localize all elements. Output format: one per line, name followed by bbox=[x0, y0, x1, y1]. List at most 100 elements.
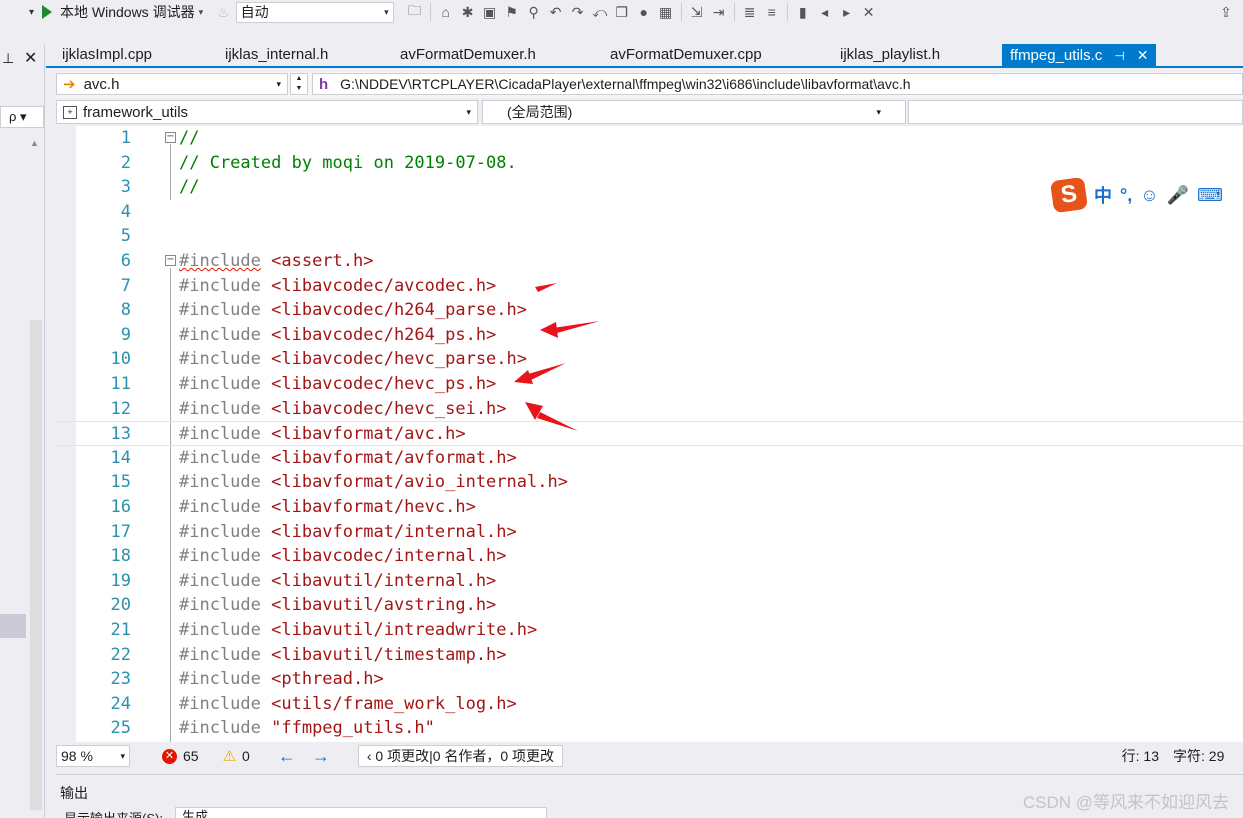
code-editor[interactable]: 1−//2// Created by moqi on 2019-07-08. 3 /… bbox=[56, 126, 1243, 742]
close-tab-icon[interactable]: ✕ bbox=[1137, 47, 1149, 63]
share-icon[interactable]: ⇪ bbox=[1215, 2, 1237, 22]
collapse-icon[interactable]: − bbox=[165, 255, 176, 266]
codelens-changes[interactable]: ‹ 0 项更改|0 名作者，0 项更改 bbox=[357, 745, 564, 767]
code-line[interactable]: 20 #include <libavutil/avstring.h> bbox=[56, 593, 1243, 618]
next-issue-icon[interactable]: → bbox=[312, 746, 330, 767]
grid-icon[interactable]: ▦ bbox=[655, 2, 677, 22]
navigation-bar: ➔ avc.h ▾ ▲ ▼ h G:\NDDEV\RTCPLAYER\Cicada… bbox=[56, 72, 1243, 98]
step-into-icon[interactable]: ⇲ bbox=[686, 2, 708, 22]
close-icon[interactable]: ✕ bbox=[24, 48, 37, 68]
folder-icon[interactable]: ▣ bbox=[479, 2, 501, 22]
code-line[interactable]: 2 // Created by moqi on 2019-07-08. bbox=[56, 151, 1243, 176]
chevron-down-icon[interactable]: ▾ bbox=[199, 7, 204, 18]
home-icon[interactable]: ⌂ bbox=[435, 2, 457, 22]
bug-icon[interactable]: ✱ bbox=[457, 2, 479, 22]
code-line[interactable]: 1 −// bbox=[56, 126, 1243, 151]
code-line[interactable]: 7 #include <libavcodec/avcodec.h> bbox=[56, 274, 1243, 299]
code-line[interactable]: 11 #include <libavcodec/hevc_ps.h> bbox=[56, 372, 1243, 397]
code-line[interactable]: 21 #include <libavutil/intreadwrite.h> bbox=[56, 618, 1243, 643]
code-line[interactable]: 10 #include <libavcodec/hevc_parse.h> bbox=[56, 347, 1243, 372]
scrollbar[interactable] bbox=[30, 320, 42, 810]
config-dropdown[interactable]: 自动 ▾ bbox=[235, 1, 394, 23]
project-dropdown[interactable]: + framework_utils ▾ bbox=[56, 100, 478, 124]
collapse-icon[interactable]: − bbox=[165, 132, 176, 143]
code-line[interactable]: 6 − #include <assert.h> bbox=[56, 249, 1243, 274]
tab-ffmpeg-utils[interactable]: ffmpeg_utils.c ⊣ ✕ bbox=[1002, 44, 1157, 66]
code-line[interactable]: 13 #include <libavformat/avc.h> bbox=[56, 421, 1243, 446]
toolbar-separator bbox=[680, 3, 682, 21]
code-line[interactable]: 8 #include <libavcodec/h264_parse.h> bbox=[56, 298, 1243, 323]
start-debugger-button[interactable]: 本地 Windows 调试器 ▾ bbox=[38, 1, 207, 23]
code-line[interactable]: 18 #include <libavcodec/internal.h> bbox=[56, 544, 1243, 569]
output-source-dropdown[interactable]: 生成 bbox=[174, 807, 547, 818]
tab-ijklasimpl[interactable]: ijklasImpl.cpp bbox=[62, 44, 152, 66]
code-line[interactable]: 14 #include <libavformat/avformat.h> bbox=[56, 446, 1243, 471]
code-line[interactable]: 25 #include "ffmpeg_utils.h" bbox=[56, 716, 1243, 741]
search-input[interactable]: ρ ▾ bbox=[0, 106, 44, 128]
microphone-icon[interactable]: 🎤 bbox=[1167, 185, 1189, 206]
warning-icon[interactable]: ⚠ bbox=[223, 747, 236, 765]
pin-icon[interactable]: ⊥ bbox=[2, 50, 14, 67]
navigate-forward-icon[interactable]: ↷ bbox=[567, 2, 589, 22]
line-number: 19 bbox=[110, 570, 131, 591]
bookmark-icon[interactable]: ▮ bbox=[792, 2, 814, 22]
keyboard-icon[interactable]: ⌨ bbox=[1197, 185, 1223, 206]
code-line[interactable]: 17 #include <libavformat/internal.h> bbox=[56, 520, 1243, 545]
navigate-back-icon[interactable]: ↶ bbox=[545, 2, 567, 22]
file-spinner[interactable]: ▲ ▼ bbox=[290, 73, 308, 95]
code-text: #include <pthread.h> bbox=[179, 669, 384, 690]
line-number: 3 bbox=[120, 177, 131, 198]
emoji-icon[interactable]: ☺ bbox=[1140, 185, 1158, 206]
line-number: 14 bbox=[110, 447, 131, 468]
zoom-dropdown[interactable]: 98 % ▾ bbox=[56, 745, 130, 767]
ime-language-toggle[interactable]: 中 bbox=[1094, 182, 1112, 208]
ime-punctuation-toggle[interactable]: °, bbox=[1120, 185, 1132, 206]
code-line[interactable]: 9 #include <libavcodec/h264_ps.h> bbox=[56, 323, 1243, 348]
tab-ijklas-internal[interactable]: ijklas_internal.h bbox=[225, 44, 328, 66]
sogou-logo[interactable]: S bbox=[1049, 176, 1089, 214]
warning-count[interactable]: 0 bbox=[242, 748, 250, 764]
comment-icon[interactable]: ≡ bbox=[761, 2, 783, 22]
code-text: // bbox=[179, 177, 200, 198]
folder-search-icon[interactable]: 🗀 bbox=[404, 2, 426, 22]
toolbar-dropdown-arrow[interactable]: ▾ bbox=[0, 7, 38, 18]
tab-avformatdemuxer-h[interactable]: avFormatDemuxer.h bbox=[400, 44, 536, 66]
error-count[interactable]: 65 bbox=[183, 748, 199, 764]
code-text: #include <assert.h> bbox=[179, 251, 374, 271]
record-icon[interactable]: ● bbox=[633, 2, 655, 22]
scope-dropdown[interactable]: (全局范围) ▾ bbox=[482, 100, 906, 124]
code-line[interactable]: 24 #include <utils/frame_work_log.h> bbox=[56, 692, 1243, 717]
hot-reload-icon[interactable]: ♨ bbox=[217, 4, 230, 21]
code-line[interactable]: 19 #include <libavutil/internal.h> bbox=[56, 569, 1243, 594]
step-over-icon[interactable]: ⇥ bbox=[708, 2, 730, 22]
code-line[interactable]: 22 #include <libavutil/timestamp.h> bbox=[56, 643, 1243, 668]
code-line[interactable]: 23 #include <pthread.h> bbox=[56, 667, 1243, 692]
tab-avformatdemuxer-cpp[interactable]: avFormatDemuxer.cpp bbox=[610, 44, 762, 66]
code-line[interactable]: 16 #include <libavformat/hevc.h> bbox=[56, 495, 1243, 520]
bookmark-clear-icon[interactable]: ✕ bbox=[858, 2, 880, 22]
file-path: G:\NDDEV\RTCPLAYER\CicadaPlayer\external… bbox=[340, 76, 911, 92]
bookmark-prev-icon[interactable]: ◂ bbox=[814, 2, 836, 22]
align-left-icon[interactable]: ≣ bbox=[739, 2, 761, 22]
previous-issue-icon[interactable]: ← bbox=[278, 746, 296, 767]
code-line[interactable]: 5 bbox=[56, 224, 1243, 249]
flag-icon[interactable]: ⚑ bbox=[501, 2, 523, 22]
copy-icon[interactable]: ❐ bbox=[611, 2, 633, 22]
chevron-down-icon: ▾ bbox=[876, 106, 881, 117]
code-text: #include <libavcodec/hevc_sei.h> bbox=[179, 398, 507, 419]
pin-icon[interactable]: ⊣ bbox=[1114, 49, 1124, 63]
bookmark-next-icon[interactable]: ▸ bbox=[836, 2, 858, 22]
toolbar-separator bbox=[733, 3, 735, 21]
error-icon[interactable]: ✕ bbox=[162, 748, 177, 764]
undo-icon[interactable]: ⤺ bbox=[589, 2, 611, 22]
file-dropdown[interactable]: ➔ avc.h ▾ bbox=[56, 73, 288, 95]
tab-ijklas-playlist[interactable]: ijklas_playlist.h bbox=[840, 44, 940, 66]
code-line[interactable]: 15 #include <libavformat/avio_internal.h> bbox=[56, 470, 1243, 495]
find-icon[interactable]: ⚲ bbox=[523, 2, 545, 22]
selected-tree-item[interactable] bbox=[0, 614, 26, 638]
scroll-up-icon[interactable]: ▲ bbox=[30, 138, 39, 148]
code-line[interactable]: 12 #include <libavcodec/hevc_sei.h> bbox=[56, 397, 1243, 422]
member-dropdown[interactable] bbox=[908, 100, 1243, 124]
file-path-field[interactable]: h G:\NDDEV\RTCPLAYER\CicadaPlayer\extern… bbox=[312, 73, 1243, 95]
code-text: // Created by moqi on 2019-07-08. bbox=[179, 152, 517, 173]
